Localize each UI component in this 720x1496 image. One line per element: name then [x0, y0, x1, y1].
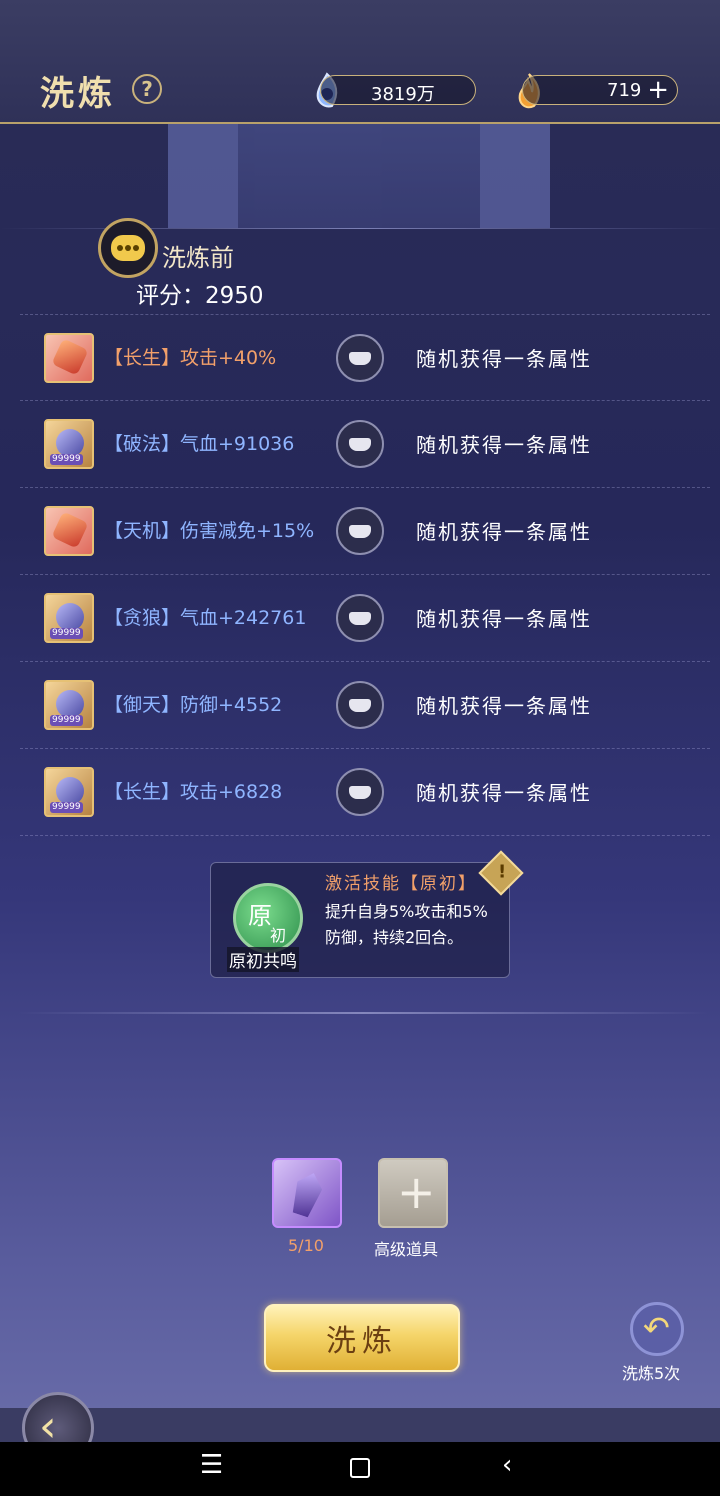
- lock-toggle-button[interactable]: [336, 420, 384, 468]
- warning-icon[interactable]: !: [478, 850, 524, 896]
- result-text: 随机获得一条属性: [416, 607, 592, 631]
- undo-arrow-icon: ↶: [643, 1309, 670, 1347]
- lock-toggle-button[interactable]: [336, 334, 384, 382]
- gem-icon[interactable]: 99999: [44, 680, 94, 730]
- attribute-row: 99999 【御天】防御+4552 随机获得一条属性: [20, 662, 710, 749]
- result-text: 随机获得一条属性: [416, 694, 592, 718]
- add-advanced-item-button[interactable]: +: [378, 1158, 448, 1228]
- skill-name: 原初共鸣: [227, 947, 299, 972]
- skill-card: 原 初 原初共鸣 激活技能【原初】 提升自身5%攻击和5%防御，持续2回合。 !: [210, 850, 524, 978]
- crystal-item-slot[interactable]: [272, 1158, 342, 1228]
- lock-toggle-button[interactable]: [336, 594, 384, 642]
- attribute-text: 【天机】伤害减免+15%: [104, 520, 315, 542]
- crystal-icon: [288, 1169, 326, 1219]
- lock-toggle-button[interactable]: [336, 681, 384, 729]
- warning-icon-glyph: !: [498, 861, 507, 883]
- result-text: 随机获得一条属性: [416, 781, 592, 805]
- help-icon[interactable]: ?: [132, 74, 162, 104]
- score-display: 评分：2950: [136, 276, 264, 310]
- skill-icon[interactable]: 原 初: [233, 883, 303, 953]
- score-value: 2950: [205, 283, 264, 309]
- lock-toggle-button[interactable]: [336, 768, 384, 816]
- attribute-list: 【长生】攻击+40% 随机获得一条属性 99999 【破法】气血+91036 随…: [20, 314, 710, 836]
- currency-flame-value: 719: [607, 80, 642, 101]
- advanced-item-label: 高级道具: [374, 1240, 439, 1259]
- gem-icon[interactable]: [44, 333, 94, 383]
- gem-level-badge: 99999: [50, 802, 83, 813]
- add-currency-button[interactable]: +: [647, 77, 669, 103]
- skill-icon-glyph: 原: [248, 902, 272, 930]
- skill-title: 激活技能【原初】: [325, 874, 477, 894]
- gem-level-badge: 99999: [50, 628, 83, 639]
- page-title: 洗炼: [40, 74, 116, 114]
- system-nav-bar: ☰ ‹: [0, 1442, 720, 1496]
- home-icon[interactable]: [350, 1458, 370, 1478]
- currency-crystal: 3819万: [320, 75, 476, 105]
- attribute-text: 【长生】攻击+40%: [104, 347, 277, 369]
- currency-crystal-value: 3819万: [371, 84, 435, 105]
- result-text: 随机获得一条属性: [416, 520, 592, 544]
- skill-description: 提升自身5%攻击和5%防御，持续2回合。: [325, 902, 488, 947]
- attribute-text: 【长生】攻击+6828: [104, 781, 283, 803]
- before-label: 洗炼前: [162, 244, 234, 272]
- divider: [18, 1012, 708, 1014]
- skill-icon-subglyph: 初: [270, 926, 287, 945]
- gem-icon[interactable]: 99999: [44, 419, 94, 469]
- gem-level-badge: 99999: [50, 715, 83, 726]
- attribute-row: 99999 【破法】气血+91036 随机获得一条属性: [20, 401, 710, 488]
- gem-level-badge: 99999: [50, 454, 83, 465]
- repeat-refine-label: 洗炼5次: [622, 1364, 681, 1383]
- gem-icon[interactable]: [44, 506, 94, 556]
- attribute-row: 【天机】伤害减免+15% 随机获得一条属性: [20, 488, 710, 575]
- result-text: 随机获得一条属性: [416, 347, 592, 371]
- attribute-text: 【御天】防御+4552: [104, 694, 283, 716]
- menu-icon[interactable]: ☰: [200, 1450, 223, 1480]
- currency-flame: 719 +: [522, 75, 678, 105]
- attribute-row: 99999 【长生】攻击+6828 随机获得一条属性: [20, 749, 710, 836]
- attribute-row: 【长生】攻击+40% 随机获得一条属性: [20, 314, 710, 401]
- gem-icon[interactable]: 99999: [44, 767, 94, 817]
- score-label: 评分：: [136, 283, 205, 309]
- lock-toggle-button[interactable]: [336, 507, 384, 555]
- plus-icon: +: [397, 1165, 436, 1219]
- nav-back-icon[interactable]: ‹: [502, 1450, 512, 1480]
- top-bar: 洗炼 ? 3819万 719 +: [0, 0, 720, 124]
- gem-icon[interactable]: 99999: [44, 593, 94, 643]
- chat-bubble-icon[interactable]: [98, 218, 158, 278]
- attribute-row: 99999 【贪狼】气血+242761 随机获得一条属性: [20, 575, 710, 662]
- attribute-text: 【贪狼】气血+242761: [104, 607, 307, 629]
- crystal-count: 5/10: [288, 1236, 324, 1255]
- repeat-refine-button[interactable]: ↶: [630, 1302, 684, 1356]
- attribute-text: 【破法】气血+91036: [104, 433, 295, 455]
- bottom-decoration: [0, 1408, 720, 1442]
- result-text: 随机获得一条属性: [416, 433, 592, 457]
- refine-button[interactable]: 洗炼: [264, 1304, 460, 1372]
- decorative-panel: [168, 124, 550, 228]
